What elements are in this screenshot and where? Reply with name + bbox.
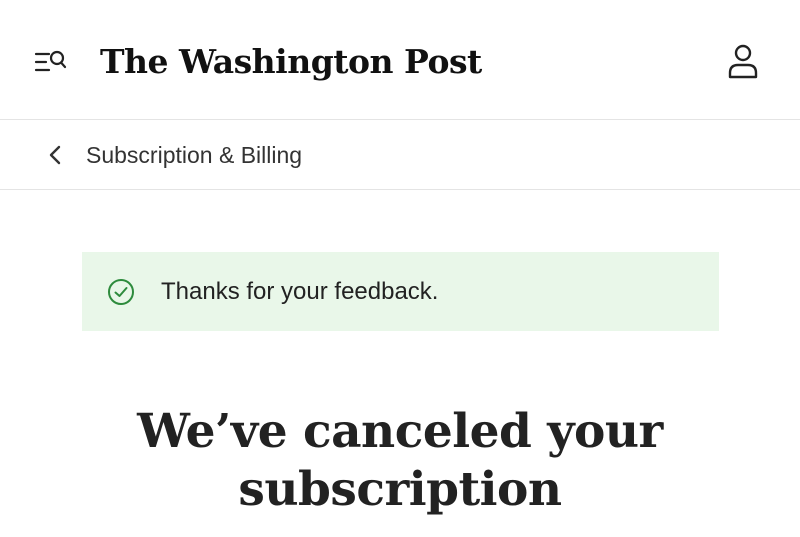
account-button[interactable] — [724, 42, 762, 80]
check-circle-icon — [108, 279, 134, 305]
site-logo[interactable]: The Washington Post — [100, 36, 482, 88]
feedback-confirmation-banner: Thanks for your feedback. — [82, 252, 719, 331]
breadcrumb-bar: Subscription & Billing — [0, 120, 800, 190]
menu-search-button[interactable] — [34, 48, 68, 78]
page-title-line-2: subscription — [238, 462, 562, 518]
back-button[interactable] — [44, 142, 68, 168]
page-title-line-1: We’ve canceled your — [137, 404, 663, 460]
banner-message: Thanks for your feedback. — [161, 278, 439, 305]
breadcrumb-title[interactable]: Subscription & Billing — [86, 140, 302, 170]
top-bar: The Washington Post — [0, 0, 800, 120]
user-icon — [728, 44, 758, 79]
menu-search-icon — [34, 50, 67, 72]
chevron-left-icon — [49, 145, 61, 165]
page-title: We’ve canceled your subscription — [0, 403, 800, 519]
